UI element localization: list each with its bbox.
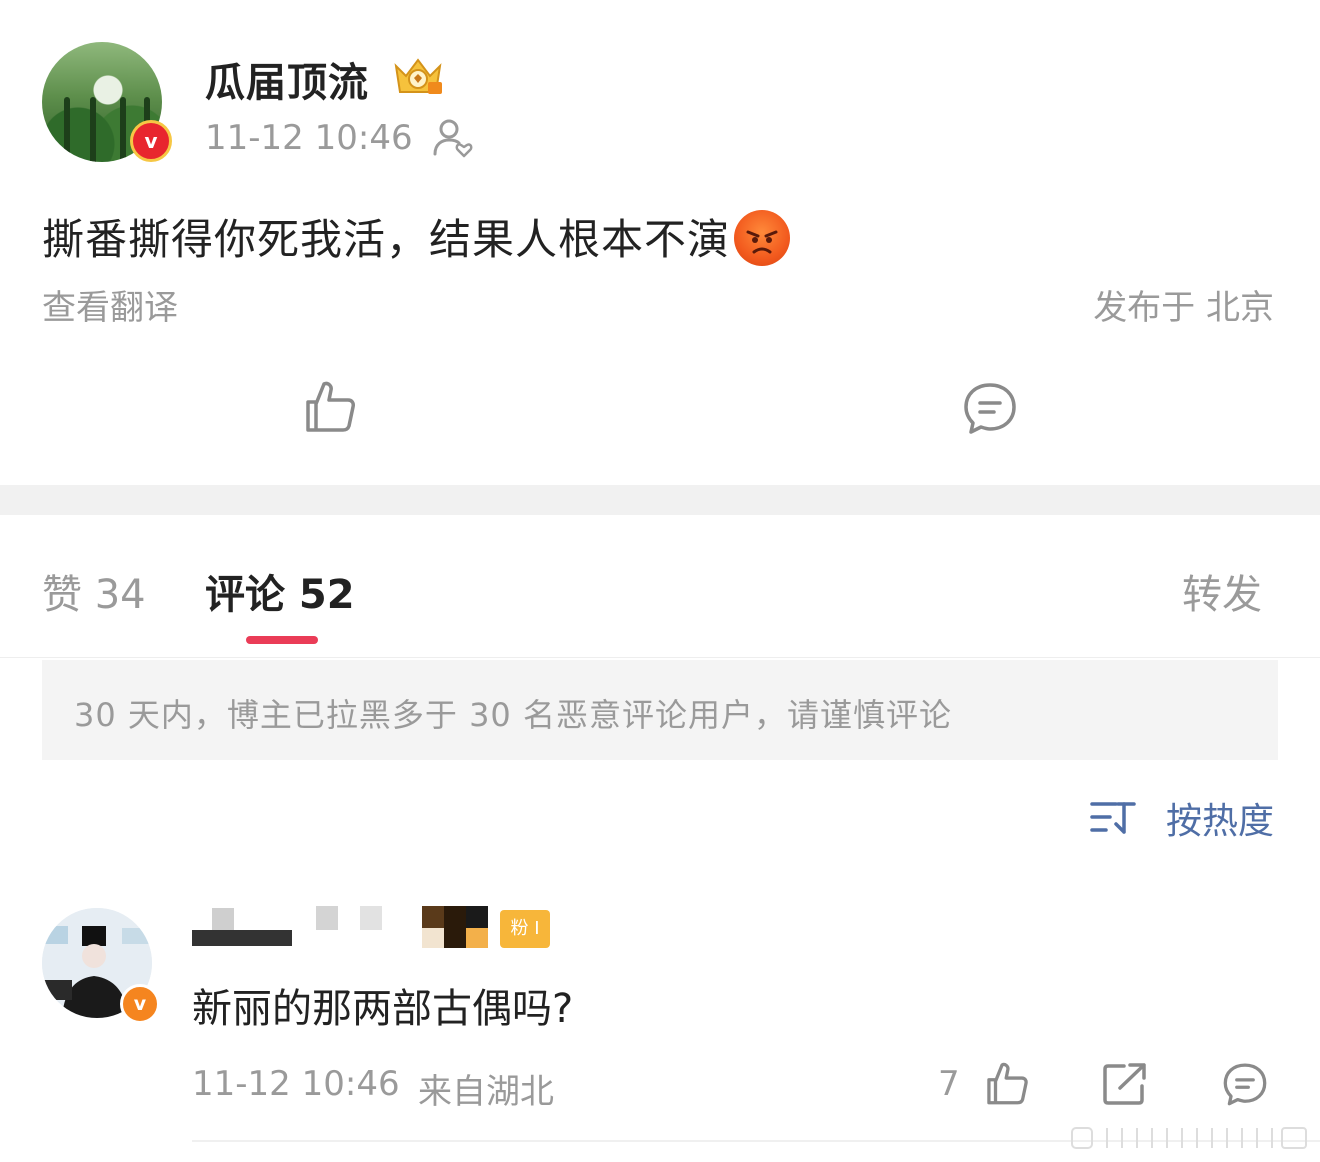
- active-tab-indicator: [246, 636, 318, 644]
- comment-time: 11-12 10:46: [192, 1064, 400, 1104]
- pixel-block: [316, 906, 338, 930]
- thumbs-up-icon[interactable]: [984, 1060, 1030, 1106]
- post-text: 撕番撕得你死我活，结果人根本不演: [42, 215, 731, 264]
- post-time: 11-12 10:46: [205, 118, 413, 158]
- crown-icon: [394, 58, 442, 94]
- watermark-logo: [1071, 1127, 1307, 1149]
- comment-bubble-icon[interactable]: [962, 382, 1018, 434]
- tab-comments[interactable]: 评论 52: [205, 562, 355, 620]
- verified-icon: v: [130, 120, 172, 162]
- follow-person-icon[interactable]: [432, 118, 476, 158]
- comment-text: 新丽的那两部古偶吗?: [192, 986, 574, 1032]
- section-divider: [0, 485, 1320, 515]
- post-content: 撕番撕得你死我活，结果人根本不演: [42, 206, 791, 267]
- thumbs-up-icon[interactable]: [302, 378, 358, 434]
- translate-link[interactable]: 查看翻译: [42, 280, 178, 329]
- avatar-stripe: [120, 97, 126, 162]
- pixel-block: [360, 906, 382, 930]
- comment-location: 来自湖北: [418, 1072, 554, 1112]
- comment-like-count: 7: [938, 1064, 960, 1104]
- notice-text: 30 天内，博主已拉黑多于 30 名恶意评论用户，请谨慎评论: [74, 696, 952, 734]
- sort-icon[interactable]: [1090, 798, 1136, 836]
- author-name[interactable]: 瓜届顶流: [205, 50, 369, 108]
- tab-likes[interactable]: 赞 34: [42, 562, 146, 620]
- fan-badge: 粉 I: [500, 910, 550, 948]
- comment-bubble-icon[interactable]: [1222, 1062, 1268, 1106]
- pixel-block: [444, 928, 466, 948]
- pixel-block: [466, 928, 488, 948]
- pixel-block: [422, 906, 444, 928]
- pixel-block: [466, 906, 488, 928]
- comment-notice: 30 天内，博主已拉黑多于 30 名恶意评论用户，请谨慎评论: [42, 660, 1278, 760]
- pixel-block: [212, 908, 234, 930]
- commenter-name-pixelated[interactable]: [190, 902, 550, 950]
- angry-emoji-icon: [734, 210, 791, 266]
- avatar-stripe: [90, 97, 96, 162]
- pixel-block: [422, 928, 444, 948]
- avatar-stripe: [64, 97, 70, 162]
- pixel-block: [444, 906, 466, 928]
- post-location: 发布于 北京: [1093, 288, 1274, 328]
- tab-divider: [0, 657, 1320, 658]
- sort-by-hot[interactable]: 按热度: [1166, 792, 1274, 844]
- commenter-verified-icon: v: [120, 984, 160, 1024]
- pixel-block: [192, 930, 292, 946]
- share-icon[interactable]: [1102, 1062, 1148, 1106]
- tab-reposts[interactable]: 转发: [1182, 562, 1262, 620]
